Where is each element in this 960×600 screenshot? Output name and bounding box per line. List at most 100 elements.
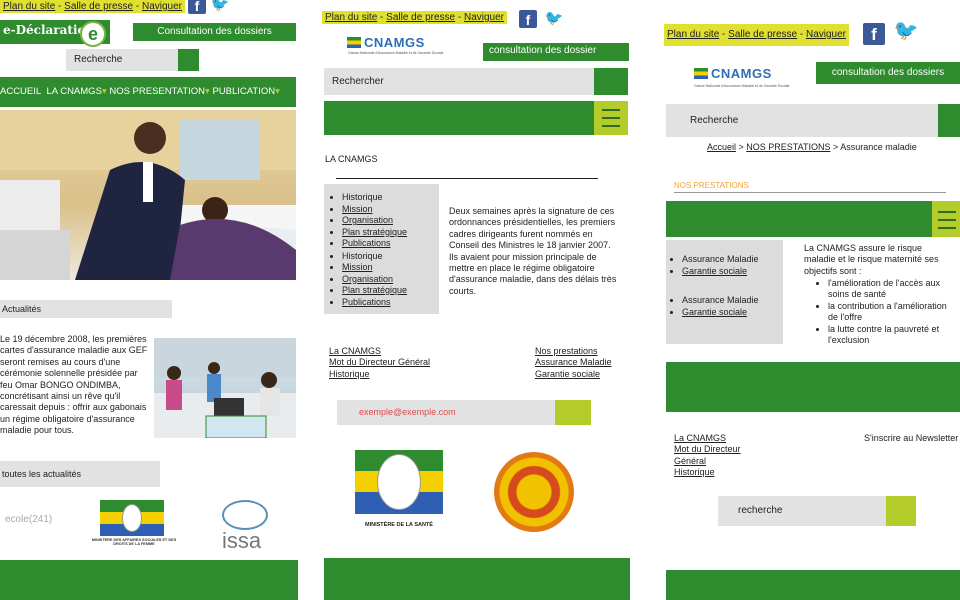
sep: - — [455, 12, 464, 23]
newsletter-email-input[interactable]: exemple@exemple.com — [337, 400, 591, 425]
breadcrumb-prestations[interactable]: NOS PRESTATIONS — [746, 142, 830, 152]
link-naviguer[interactable]: Naviguer — [464, 12, 504, 23]
nav-nos-presentation[interactable]: NOS PRESENTATION — [109, 86, 205, 97]
consultation-button[interactable]: consultation des dossier — [483, 43, 629, 61]
search-button[interactable] — [178, 49, 199, 71]
facebook-icon[interactable]: f — [863, 23, 885, 45]
list-item[interactable]: Mission — [342, 262, 439, 274]
link-salle-de-presse[interactable]: Salle de presse — [386, 12, 455, 23]
link-salle-de-presse[interactable]: Salle de presse — [728, 29, 797, 40]
footer-search-input[interactable]: recherche — [718, 496, 916, 526]
hamburger-menu-icon[interactable] — [594, 101, 628, 135]
ministry-sante-logo[interactable] — [355, 450, 443, 514]
partner-ecole-logo[interactable]: ecole(241) — [5, 514, 52, 525]
nav-publication[interactable]: PUBLICATION — [212, 86, 275, 97]
submenu-box: Historique Mission Organisation Plan str… — [324, 184, 439, 314]
edeclaration-button[interactable]: e-Déclaration e — [0, 20, 110, 47]
footer-links-left: La CNAMGS Mot du Directeur Général Histo… — [329, 346, 430, 380]
sunburst-emblem-icon[interactable] — [494, 452, 574, 532]
list-item[interactable]: Plan stratégique — [342, 285, 439, 297]
footer-bar — [666, 570, 960, 600]
list-item[interactable]: Historique — [342, 251, 439, 263]
link-plan[interactable]: Plan stratégique — [342, 285, 407, 295]
link-mission[interactable]: Mission — [342, 204, 373, 214]
hamburger-menu-icon[interactable] — [932, 201, 960, 237]
ministry-flag-logo[interactable] — [100, 500, 164, 536]
consultation-button[interactable]: Consultation des dossiers — [133, 23, 296, 41]
link-garantie-sociale[interactable]: Garantie sociale — [682, 266, 747, 276]
link-historique[interactable]: Historique — [674, 467, 764, 478]
link-publications[interactable]: Publications — [342, 238, 391, 248]
section-title: LA CNAMGS — [325, 154, 378, 164]
link-organisation[interactable]: Organisation — [342, 274, 393, 284]
list-item[interactable]: Publications — [342, 297, 439, 309]
list-item[interactable]: Mission — [342, 204, 439, 216]
search-input[interactable]: Rechercher — [324, 68, 628, 95]
search-input[interactable]: Recherche — [666, 104, 960, 137]
divider — [674, 192, 946, 193]
link-mot-du-directeur[interactable]: Mot du Directeur Général — [674, 444, 764, 467]
list-item[interactable]: Assurance Maladie — [682, 295, 783, 307]
link-garantie-sociale[interactable]: Garantie sociale — [535, 369, 612, 380]
newsletter-link[interactable]: S'inscrire au Newsletter — [864, 433, 958, 444]
link-assurance-maladie[interactable]: Assurance Maladie — [535, 357, 612, 368]
search-input[interactable]: Recherche — [66, 49, 199, 71]
actualites-heading: Actualités — [0, 300, 172, 318]
link-la-cnamgs[interactable]: La CNAMGS — [329, 346, 430, 357]
twitter-icon[interactable]: 🐦 — [544, 10, 564, 28]
cnamgs-logo[interactable]: CNAMGS — [694, 66, 772, 81]
search-button[interactable] — [594, 68, 628, 95]
subscribe-button[interactable] — [555, 400, 591, 425]
breadcrumb-accueil[interactable]: Accueil — [707, 142, 736, 152]
search-button[interactable] — [886, 496, 916, 526]
link-plan-du-site[interactable]: Plan du site — [3, 1, 55, 12]
submenu-list-2: Assurance Maladie Garantie sociale — [670, 295, 783, 318]
green-band — [666, 362, 960, 412]
list-item[interactable]: Historique — [342, 192, 439, 204]
twitter-icon[interactable]: 🐦 — [892, 21, 920, 46]
link-naviguer[interactable]: Naviguer — [806, 29, 846, 40]
link-plan-du-site[interactable]: Plan du site — [325, 12, 377, 23]
sep: - — [55, 1, 65, 12]
all-news-link[interactable]: toutes les actualités — [0, 461, 160, 487]
list-item[interactable]: Organisation — [342, 274, 439, 286]
link-naviguer[interactable]: Naviguer — [142, 1, 182, 12]
list-item[interactable]: Garantie sociale — [682, 266, 783, 278]
consultation-button[interactable]: consultation des dossiers — [816, 62, 960, 84]
twitter-icon[interactable]: 🐦 — [210, 0, 230, 14]
list-item[interactable]: Organisation — [342, 215, 439, 227]
list-item[interactable]: Publications — [342, 238, 439, 250]
partner-issa-logo[interactable]: issa — [222, 528, 261, 554]
logo-text: CNAMGS — [364, 35, 425, 50]
link-plan-du-site[interactable]: Plan du site — [667, 29, 719, 40]
link-la-cnamgs[interactable]: La CNAMGS — [674, 433, 764, 444]
link-mot-du-directeur[interactable]: Mot du Directeur Général — [329, 357, 430, 368]
search-button[interactable] — [938, 104, 960, 137]
ministry-caption: MINISTÈRE DES AFFAIRES SOCIALES ET DES D… — [91, 538, 177, 546]
link-organisation[interactable]: Organisation — [342, 215, 393, 225]
facebook-icon[interactable]: f — [188, 0, 206, 14]
list-item[interactable]: Garantie sociale — [682, 307, 783, 319]
nav-accueil[interactable]: ACCUEIL — [0, 86, 41, 97]
news-photo[interactable] — [154, 338, 296, 438]
footer-links-right: Nos prestations Assurance Maladie Garant… — [535, 346, 612, 380]
news-text: Le 19 décembre 2008, les premières carte… — [0, 334, 148, 436]
link-publications[interactable]: Publications — [342, 297, 391, 307]
logo-subtitle: Caisse Nationale d'Assurance Maladie et … — [348, 51, 444, 55]
link-historique[interactable]: Historique — [329, 369, 430, 380]
link-mission[interactable]: Mission — [342, 262, 373, 272]
sep: - — [133, 1, 142, 12]
footer-links-left: La CNAMGS Mot du Directeur Général Histo… — [674, 433, 764, 479]
link-plan[interactable]: Plan stratégique — [342, 227, 407, 237]
list-item[interactable]: Assurance Maladie — [682, 254, 783, 266]
cnamgs-logo[interactable]: CNAMGS — [347, 35, 425, 50]
link-salle-de-presse[interactable]: Salle de presse — [64, 1, 133, 12]
list-item[interactable]: Plan stratégique — [342, 227, 439, 239]
logo-subtitle: Caisse Nationale d'Assurance Maladie et … — [694, 84, 790, 88]
nav-la-cnamgs[interactable]: LA CNAMGS — [46, 86, 101, 97]
link-garantie-sociale[interactable]: Garantie sociale — [682, 307, 747, 317]
chevron-down-icon: ▾ — [275, 86, 280, 97]
link-nos-prestations[interactable]: Nos prestations — [535, 346, 612, 357]
facebook-icon[interactable]: f — [519, 10, 537, 28]
nav-bar — [324, 101, 628, 135]
